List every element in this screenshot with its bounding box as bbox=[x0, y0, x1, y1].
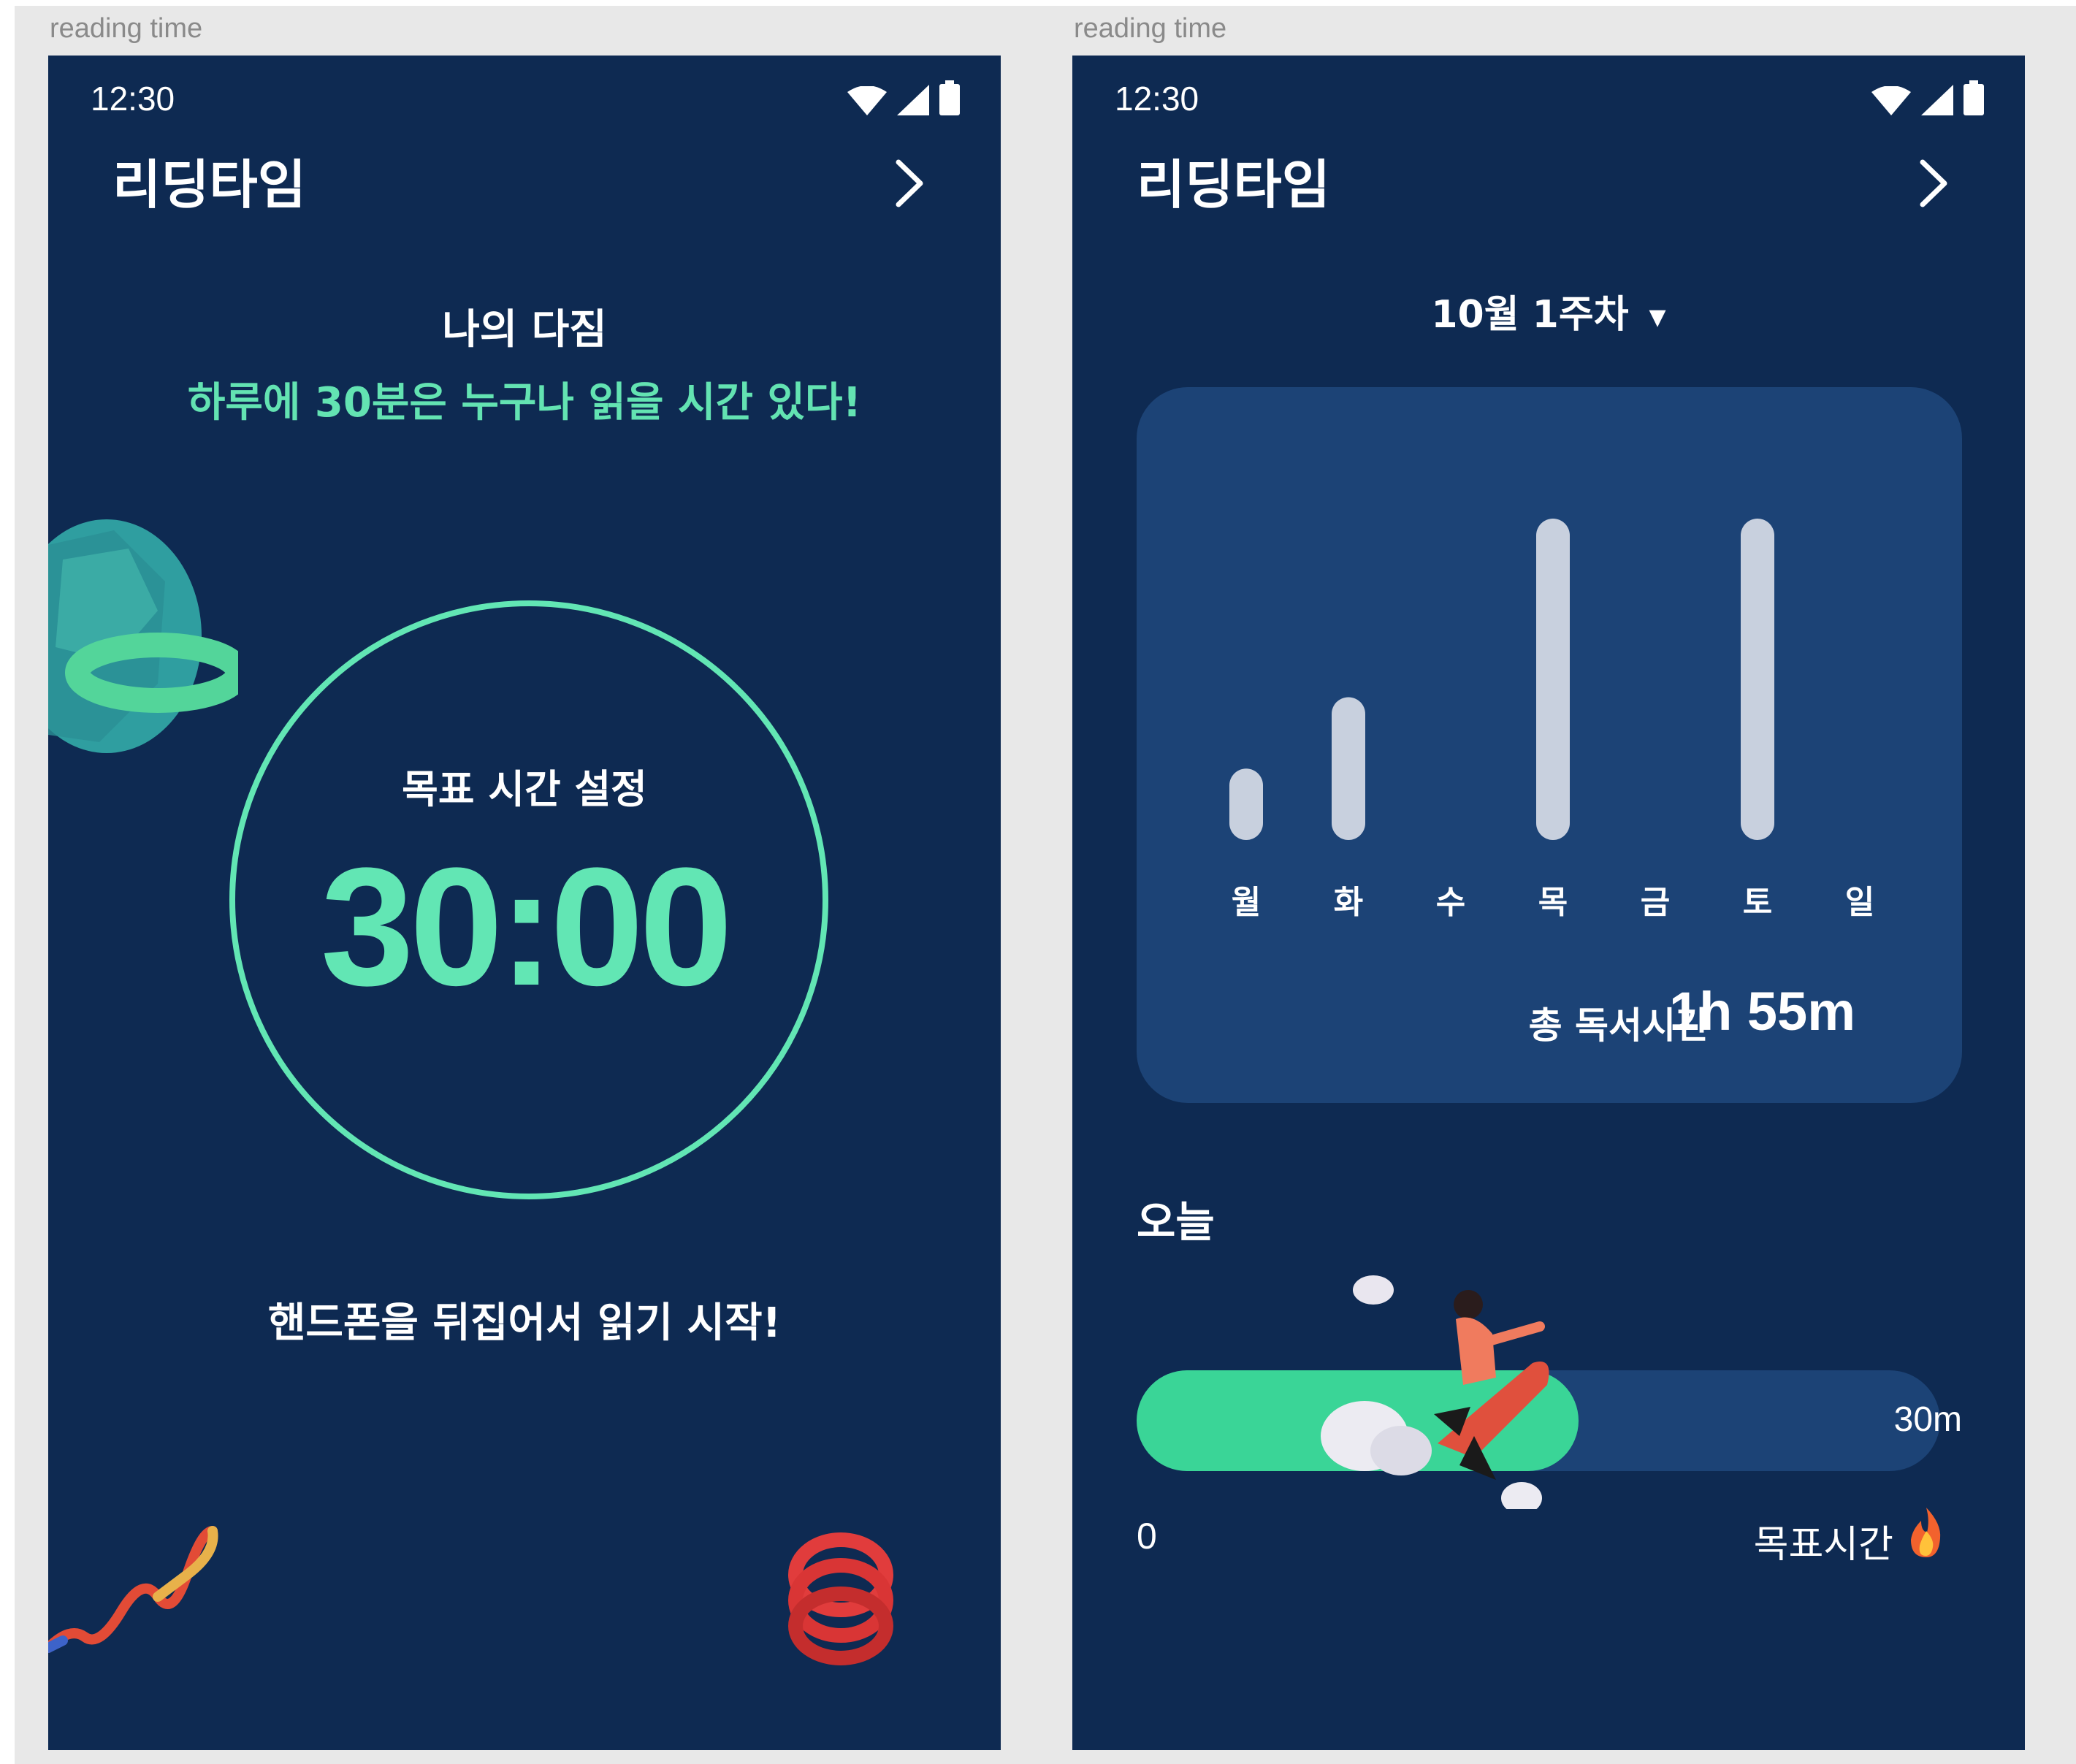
pledge-text: 하루에 30분은 누구나 읽을 시간 있다! bbox=[187, 379, 862, 427]
frame-label-2: reading time bbox=[1074, 13, 1227, 44]
stats-screen: 12:30 리딩타임 10월 1주차 ▼ 월화수목금토일 총 독서시간 1h 55… bbox=[1072, 56, 2025, 1750]
status-icons bbox=[847, 80, 960, 115]
total-reading-value: 1h 55m bbox=[1668, 981, 1855, 1042]
start-hint: 핸드폰을 뒤집어서 읽기 시작! bbox=[267, 1299, 782, 1347]
spring-illustration bbox=[788, 1532, 893, 1665]
app-title: 리딩타임 bbox=[1137, 154, 1330, 215]
progress-axis-start: 0 bbox=[1137, 1516, 1157, 1557]
rocket-rider-illustration bbox=[1321, 1275, 1549, 1509]
status-icons bbox=[1871, 80, 1984, 115]
dropdown-arrow-icon: ▼ bbox=[1649, 304, 1666, 330]
wifi-icon bbox=[1871, 86, 1911, 115]
app-title: 리딩타임 bbox=[112, 154, 306, 215]
battery-icon bbox=[1964, 80, 1984, 115]
week-selector-label: 10월 1주차 bbox=[1431, 293, 1629, 337]
bar-5 bbox=[1741, 519, 1774, 840]
goal-time-label: 목표 시간 설정 bbox=[402, 766, 647, 812]
day-label-4: 금 bbox=[1641, 884, 1670, 921]
battery-icon bbox=[939, 80, 960, 115]
status-time: 12:30 bbox=[91, 80, 175, 118]
planet-illustration bbox=[48, 519, 238, 753]
fire-icon bbox=[1911, 1508, 1941, 1557]
bar-1 bbox=[1332, 697, 1365, 840]
bar-0 bbox=[1229, 768, 1263, 840]
goal-time-value[interactable]: 30:00 bbox=[48, 830, 1001, 1023]
chevron-right-icon[interactable] bbox=[1917, 158, 1950, 209]
today-label: 오늘 bbox=[1137, 1197, 1215, 1247]
day-label-1: 화 bbox=[1334, 884, 1363, 921]
frame-label-1: reading time bbox=[50, 13, 203, 44]
day-label-0: 월 bbox=[1232, 884, 1261, 921]
bar-3 bbox=[1536, 519, 1570, 840]
wifi-icon bbox=[847, 86, 887, 115]
squiggle-illustration bbox=[48, 1526, 218, 1653]
timer-screen: 12:30 리딩타임 나의 다짐 하루에 30분은 누구나 읽을 시간 있다! … bbox=[48, 56, 1001, 1750]
day-label-2: 수 bbox=[1436, 884, 1465, 921]
chevron-right-icon[interactable] bbox=[893, 158, 926, 209]
day-label-3: 목 bbox=[1538, 884, 1568, 921]
day-label-5: 토 bbox=[1743, 884, 1772, 921]
signal-icon bbox=[897, 85, 929, 115]
status-time: 12:30 bbox=[1115, 80, 1199, 118]
week-selector[interactable]: 10월 1주차 ▼ bbox=[1072, 283, 2025, 338]
pledge-title: 나의 다짐 bbox=[442, 306, 607, 354]
day-label-6: 일 bbox=[1845, 884, 1874, 921]
signal-icon bbox=[1921, 85, 1953, 115]
progress-axis-goal-label: 목표시간 bbox=[1753, 1523, 1893, 1567]
today-progress-value: 30m bbox=[1893, 1400, 1962, 1439]
